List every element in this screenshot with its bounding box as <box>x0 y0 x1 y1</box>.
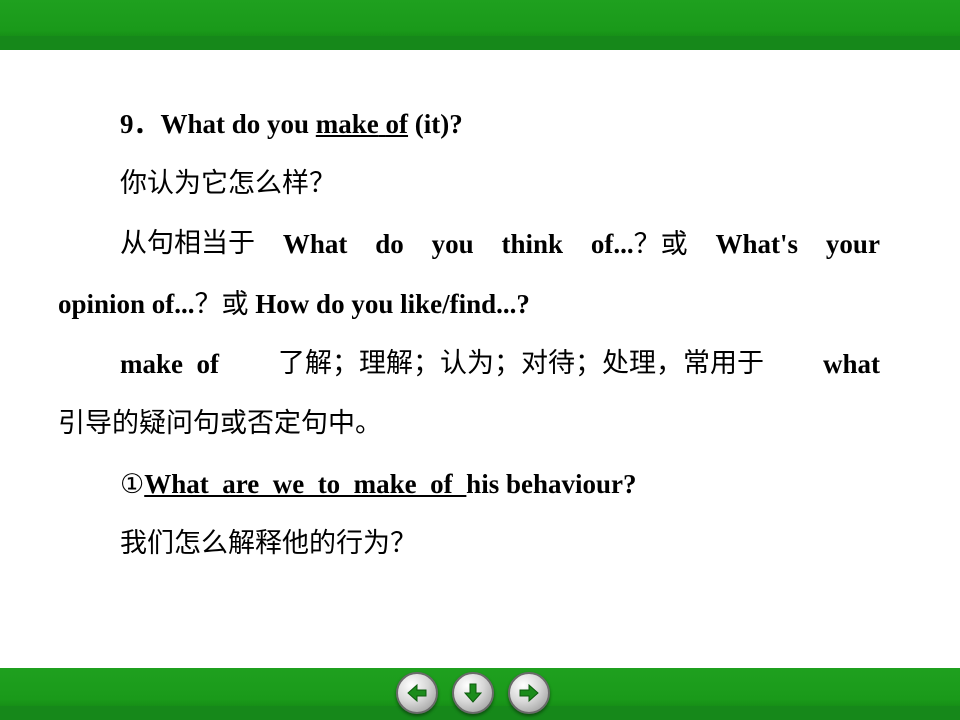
circle-number: ① <box>120 469 145 500</box>
word-whats: What's <box>715 229 799 259</box>
phrase-suffix: (it)? <box>408 109 463 139</box>
word-what2: what <box>822 349 880 379</box>
word-of: of... <box>590 229 634 259</box>
opinion-text: opinion of... <box>58 289 195 319</box>
phrase-gap <box>379 109 386 139</box>
phrase-of: of <box>385 109 409 139</box>
explanation-zh: 从句相当于 <box>120 228 255 259</box>
word-your: your <box>825 229 880 259</box>
explanation-line-4: 引导的疑问句或否定句中。 <box>58 408 382 439</box>
make-of-group: make of <box>120 334 219 394</box>
word-what: What <box>282 229 348 259</box>
down-button[interactable] <box>452 672 494 714</box>
word-of2: of <box>196 349 220 379</box>
top-banner-stripe <box>0 36 960 50</box>
item-number: 9． <box>120 109 161 139</box>
or-text: ？或 <box>194 289 249 320</box>
down-arrow-icon <box>463 683 483 703</box>
meanings-text: 了解；理解；认为；对待；处理，常用于 <box>277 348 764 379</box>
word-do: do <box>375 229 404 259</box>
translation-line: 你认为它怎么样？ <box>120 168 336 199</box>
example-suffix: his behaviour? <box>466 469 637 499</box>
word-of-group: of...？或 <box>591 214 688 274</box>
right-arrow-icon <box>519 683 539 703</box>
phrase-prefix: What do you <box>160 109 316 139</box>
explanation-line-3: make of 了解；理解；认为；对待；处理，常用于 what <box>58 334 880 394</box>
prev-button[interactable] <box>396 672 438 714</box>
example-line: ①What_are_we_to_make_of_his behaviour? <box>58 454 880 514</box>
slide-content: 9．What do you make of (it)? 你认为它怎么样？ 从句相… <box>58 94 880 574</box>
line-item-9: 9．What do you make of (it)? <box>58 94 880 154</box>
word-or: ？或 <box>633 229 688 260</box>
phrase-make: make <box>315 109 379 139</box>
explanation-line-1: 从句相当于 What do you think of...？或 What's y… <box>58 214 880 274</box>
next-button[interactable] <box>508 672 550 714</box>
left-arrow-icon <box>407 683 427 703</box>
word-you: you <box>431 229 474 259</box>
explanation-line-2: opinion of...？或 How do you like/find...? <box>58 274 880 334</box>
how-text: How do you like/find...? <box>255 289 530 319</box>
example-underlined: What_are_we_to_make_of_ <box>144 469 467 499</box>
word-think: think <box>501 229 564 259</box>
word-make: make <box>120 349 183 379</box>
example-translation: 我们怎么解释他的行为？ <box>120 528 417 559</box>
